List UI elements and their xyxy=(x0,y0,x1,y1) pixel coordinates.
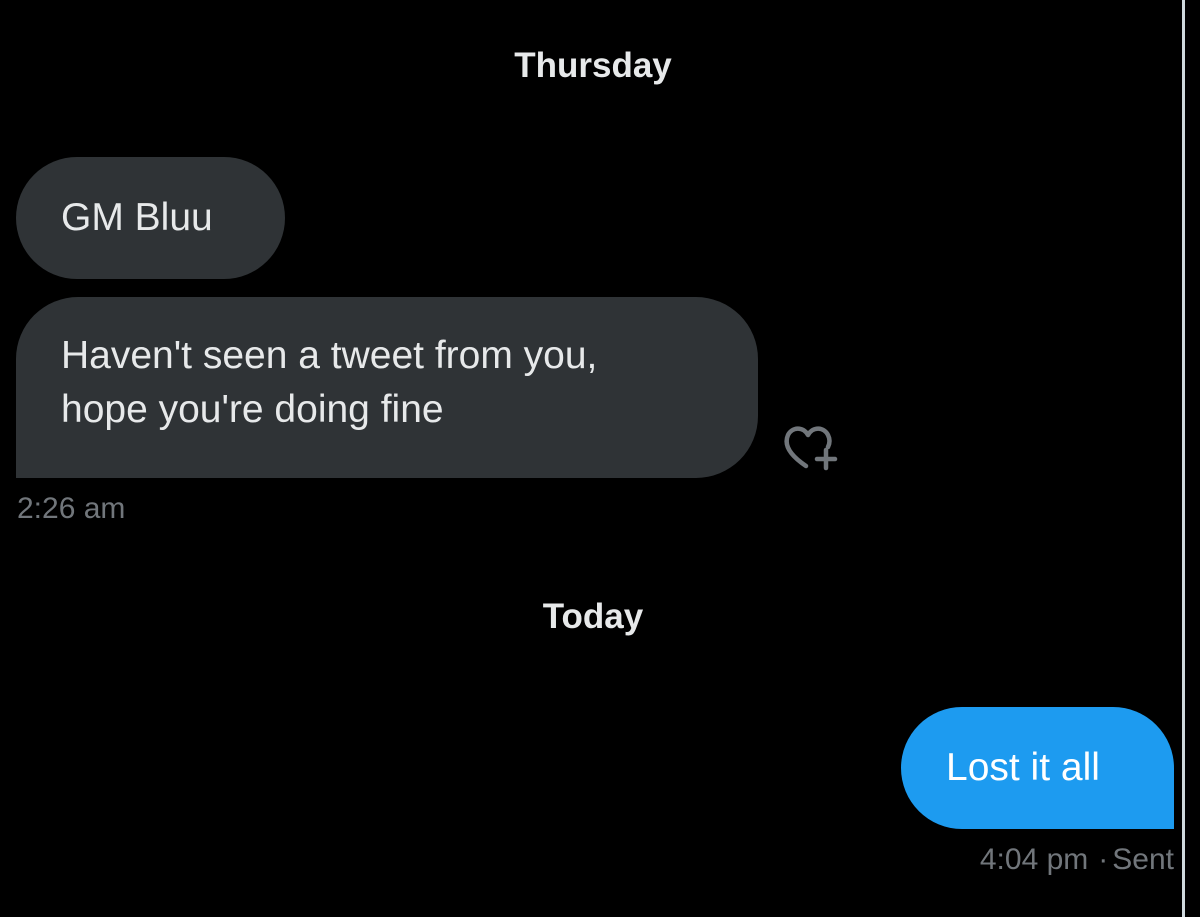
panel-divider xyxy=(1182,0,1185,917)
date-separator-today: Today xyxy=(542,597,644,636)
date-separator-thursday: Thursday xyxy=(514,46,672,85)
message-timestamp: 4:04 pm xyxy=(979,843,1089,876)
dm-conversation-screen: Thursday GM Bluu Haven't seen a tweet fr… xyxy=(0,0,1200,917)
sent-message-bubble[interactable]: Lost it all xyxy=(901,707,1174,829)
message-text-line: hope you're doing fine xyxy=(61,388,444,431)
message-text: Lost it all xyxy=(946,746,1100,789)
delivery-status: Sent xyxy=(1112,843,1174,876)
message-text-line: Haven't seen a tweet from you, xyxy=(61,334,598,377)
message-timestamp: 2:26 am xyxy=(17,492,126,525)
add-reaction-button[interactable] xyxy=(780,420,844,476)
sent-message-meta: 4:04 pm · Sent xyxy=(980,843,1174,877)
meta-separator: · xyxy=(1098,843,1109,876)
message-text: GM Bluu xyxy=(61,196,213,239)
received-message-bubble[interactable]: Haven't seen a tweet from you, hope you'… xyxy=(16,297,758,478)
received-message-bubble[interactable]: GM Bluu xyxy=(16,157,285,279)
heart-plus-icon xyxy=(784,426,838,471)
